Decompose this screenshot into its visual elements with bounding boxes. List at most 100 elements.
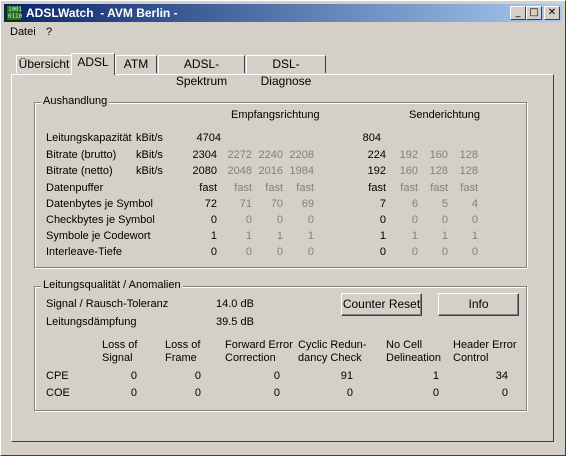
anomaly-row-label: COE <box>46 387 70 399</box>
empfang-value: 0 <box>210 246 217 258</box>
anomaly-count: 0 <box>194 387 201 399</box>
tab-adsl-spektrum[interactable]: ADSL-Spektrum <box>158 55 245 88</box>
sende-value: fast <box>430 182 448 194</box>
sende-value: fast <box>460 182 478 194</box>
sende-value: 192 <box>367 165 386 177</box>
anomaly-count: 0 <box>130 387 137 399</box>
tab-adsl[interactable]: ADSL <box>71 53 115 75</box>
empfang-value: 1 <box>245 230 252 242</box>
sende-value: 1 <box>379 230 386 242</box>
close-button[interactable]: ✕ <box>544 6 560 20</box>
anomaly-column-header: Control <box>453 352 489 364</box>
negotiation-row-label: Datenpuffer <box>46 182 104 194</box>
empfang-value: fast <box>265 182 283 194</box>
empfang-value: 2304 <box>192 149 217 161</box>
menu-datei[interactable]: Datei <box>10 26 36 38</box>
minimize-button[interactable]: _ <box>510 6 526 20</box>
anomaly-column-header: dancy Check <box>298 352 362 364</box>
sende-value: 0 <box>411 246 418 258</box>
sende-value: 192 <box>399 149 418 161</box>
anomaly-count: 0 <box>273 387 280 399</box>
title-bar[interactable]: 10 01 01 10 ADSLWatch - AVM Berlin - _ □ ✕ <box>4 4 562 22</box>
anomaly-column-header: Signal <box>102 352 133 364</box>
signal-value: 14.0 dB <box>216 298 254 310</box>
anomaly-row-label: CPE <box>46 370 69 382</box>
sende-value: 6 <box>411 198 418 210</box>
sende-value: 0 <box>379 246 386 258</box>
empfang-value: 0 <box>307 246 314 258</box>
info-button[interactable]: Info <box>438 293 519 316</box>
anomaly-count: 0 <box>432 387 439 399</box>
anomaly-count: 0 <box>130 370 137 382</box>
negotiation-row-label: Bitrate (netto) <box>46 165 113 177</box>
negotiation-row-unit: kBit/s <box>136 165 163 177</box>
empfang-value: 0 <box>276 246 283 258</box>
sende-value: 1 <box>411 230 418 242</box>
anomaly-column-header: Loss of <box>102 339 138 351</box>
header-senderichtung: Senderichtung <box>409 109 480 121</box>
menu-help[interactable]: ? <box>46 26 52 38</box>
negotiation-row-label: Checkbytes je Symbol <box>46 214 155 226</box>
negotiation-row-unit: kBit/s <box>136 132 163 144</box>
sende-value: 1 <box>441 230 448 242</box>
daempfung-label: Leitungsdämpfung <box>46 316 137 328</box>
anomaly-count: 0 <box>273 370 280 382</box>
empfang-value: 1 <box>276 230 283 242</box>
sende-value: 0 <box>441 214 448 226</box>
empfang-value: fast <box>296 182 314 194</box>
anomaly-count: 1 <box>432 370 439 382</box>
sende-value: 160 <box>429 149 448 161</box>
adsl-app-icon[interactable]: 10 01 01 10 <box>6 5 22 21</box>
sende-value: 0 <box>379 214 386 226</box>
window-title: ADSLWatch - AVM Berlin - <box>26 6 178 20</box>
empfang-value: 0 <box>210 214 217 226</box>
anomaly-count: 0 <box>501 387 508 399</box>
empfang-value: 2272 <box>227 149 252 161</box>
anomaly-column-header: Cyclic Redun- <box>298 339 367 351</box>
empfang-value: 71 <box>239 198 252 210</box>
empfang-value: 1 <box>210 230 217 242</box>
sende-value: 1 <box>471 230 478 242</box>
anomaly-count: 34 <box>495 370 508 382</box>
empfang-value: 0 <box>276 214 283 226</box>
header-empfangsrichtung: Empfangsrichtung <box>231 109 320 121</box>
empfang-value: 1984 <box>289 165 314 177</box>
negotiation-row-label: Bitrate (brutto) <box>46 149 117 161</box>
sende-value: 5 <box>441 198 448 210</box>
tab-dsl-diagnose[interactable]: DSL-Diagnose <box>246 55 326 88</box>
empfang-value: 70 <box>270 198 283 210</box>
anomaly-count: 91 <box>340 370 353 382</box>
tab-uebersicht[interactable]: Übersicht <box>16 55 72 73</box>
menu-bar: Datei ? <box>4 24 562 42</box>
negotiation-row-label: Interleave-Tiefe <box>46 246 123 258</box>
sende-value: 804 <box>362 132 381 144</box>
empfang-value: 72 <box>204 198 217 210</box>
empfang-value: 2048 <box>227 165 252 177</box>
sende-value: 224 <box>367 149 386 161</box>
empfang-value: 1 <box>307 230 314 242</box>
maximize-button[interactable]: □ <box>526 6 542 20</box>
anomaly-column-header: No Cell <box>386 339 423 351</box>
empfang-value: 0 <box>307 214 314 226</box>
anomaly-count: 0 <box>194 370 201 382</box>
sende-value: 128 <box>429 165 448 177</box>
anomaly-column-header: Frame <box>165 352 197 364</box>
anomaly-column-header: Header Error <box>453 339 517 351</box>
sende-value: fast <box>368 182 386 194</box>
tab-atm[interactable]: ATM <box>115 55 157 73</box>
empfang-value: fast <box>199 182 217 194</box>
sende-value: 128 <box>459 165 478 177</box>
counter-reset-button[interactable]: Counter Reset <box>341 293 422 316</box>
negotiation-row-label: Symbole je Codewort <box>46 230 151 242</box>
empfang-value: fast <box>234 182 252 194</box>
sende-value: 0 <box>441 246 448 258</box>
empfang-value: 69 <box>301 198 314 210</box>
anomaly-column-header: Correction <box>225 352 276 364</box>
sende-value: 7 <box>379 198 386 210</box>
empfang-value: 2080 <box>192 165 217 177</box>
anomaly-column-header: Delineation <box>386 352 442 364</box>
empfang-value: 4704 <box>196 132 221 144</box>
negotiation-row-unit: kBit/s <box>136 149 163 161</box>
sende-value: 128 <box>459 149 478 161</box>
sende-value: 0 <box>471 214 478 226</box>
